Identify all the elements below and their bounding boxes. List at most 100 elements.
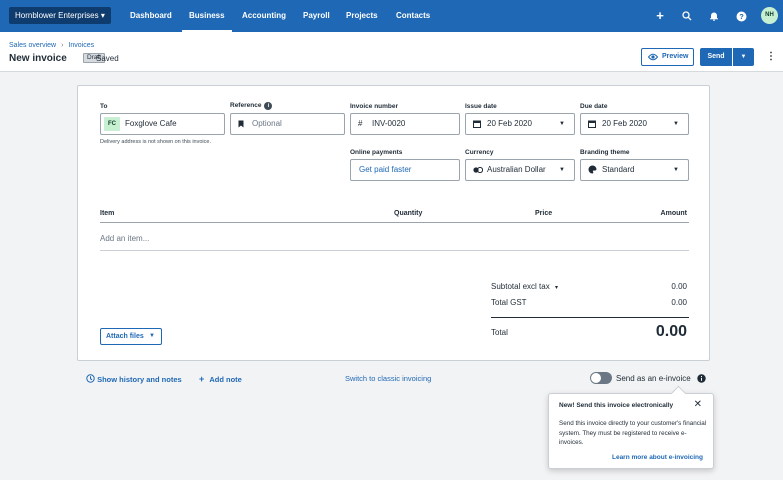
hash-icon: #: [358, 119, 363, 128]
eye-icon: [647, 49, 659, 66]
organisation-switcher[interactable]: Hornblower Enterprises ▾: [9, 7, 111, 24]
table-header-divider: [100, 222, 689, 223]
branding-theme-value: Standard: [602, 165, 635, 174]
subtotal-value: 0.00: [671, 282, 687, 291]
show-history-label: Show history and notes: [97, 375, 182, 384]
issue-date-field[interactable]: 20 Feb 2020 ▼: [465, 113, 575, 135]
total-gst-label: Total GST: [491, 298, 527, 307]
reference-label-text: Reference: [230, 102, 262, 109]
toggle-knob: [591, 373, 601, 383]
attach-files-label: Attach files: [106, 333, 144, 340]
column-header-amount: Amount: [660, 210, 687, 217]
invoice-number-value: INV-0020: [372, 119, 406, 128]
subtotal-label: Subtotal excl tax: [491, 282, 550, 291]
help-icon[interactable]: ?: [734, 9, 748, 23]
issue-date-label: Issue date: [465, 103, 497, 110]
breadcrumb-separator: ›: [61, 42, 64, 49]
totals-divider: [491, 317, 689, 318]
column-header-price: Price: [535, 210, 553, 217]
table-row-divider: [100, 250, 689, 251]
send-options-dropdown[interactable]: ▼: [733, 48, 754, 66]
currency-label: Currency: [465, 149, 494, 156]
breadcrumb-sales-overview[interactable]: Sales overview: [9, 42, 56, 49]
reference-field[interactable]: Optional: [230, 113, 345, 135]
info-icon[interactable]: [697, 374, 706, 385]
delivery-address-note: Delivery address is not shown on this in…: [100, 139, 211, 145]
breadcrumb-invoices[interactable]: Invoices: [68, 42, 94, 49]
invoice-form-card: To Reference i Invoice number Issue date …: [77, 85, 710, 361]
total-label: Total: [491, 328, 508, 337]
learn-more-e-invoicing-link[interactable]: Learn more about e-invoicing: [612, 454, 703, 461]
bookmark-icon: [238, 114, 244, 136]
chevron-down-icon: ▾: [554, 285, 558, 291]
organisation-name: Hornblower Enterprises: [15, 11, 99, 20]
notifications-bell-icon[interactable]: [707, 9, 721, 23]
calendar-icon: [588, 114, 596, 136]
chevron-down-icon: ▼: [559, 167, 565, 173]
chevron-down-icon: ▾: [100, 11, 105, 20]
chevron-down-icon: ▼: [673, 121, 679, 127]
popover-body: Send this invoice directly to your custo…: [559, 420, 707, 446]
nav-dashboard[interactable]: Dashboard: [130, 0, 172, 32]
online-payments-label: Online payments: [350, 149, 403, 156]
nav-contacts[interactable]: Contacts: [396, 0, 430, 32]
more-options-icon[interactable]: ⋮: [766, 50, 776, 64]
due-date-label: Due date: [580, 103, 608, 110]
add-note-button[interactable]: + Add note: [199, 374, 242, 384]
preview-button[interactable]: Preview: [641, 48, 694, 66]
nav-business[interactable]: Business: [182, 0, 232, 32]
chevron-down-icon: ▼: [559, 121, 565, 127]
e-invoice-toggle[interactable]: [590, 372, 612, 384]
to-label: To: [100, 103, 108, 110]
chevron-down-icon: ▼: [149, 333, 155, 339]
subtotal-selector[interactable]: Subtotal excl tax ▾: [491, 282, 558, 291]
total-value: 0.00: [655, 323, 687, 340]
attach-files-button[interactable]: Attach files ▼: [100, 328, 162, 345]
to-contact-value: Foxglove Cafe: [125, 119, 177, 128]
chevron-down-icon: ▼: [673, 167, 679, 173]
branding-theme-label: Branding theme: [580, 149, 630, 156]
user-avatar[interactable]: NH: [761, 7, 778, 24]
nav-projects[interactable]: Projects: [346, 0, 378, 32]
save-status: Saved: [96, 54, 119, 63]
currency-select[interactable]: Australian Dollar ▼: [465, 159, 575, 181]
currency-icon: [473, 160, 484, 182]
branding-theme-select[interactable]: Standard ▼: [580, 159, 689, 181]
show-history-button[interactable]: Show history and notes: [86, 374, 182, 384]
reference-label: Reference i: [230, 102, 273, 110]
invoice-number-label: Invoice number: [350, 103, 399, 110]
total-gst-value: 0.00: [671, 298, 687, 307]
due-date-field[interactable]: 20 Feb 2020 ▼: [580, 113, 689, 135]
online-payments-field[interactable]: Get paid faster: [350, 159, 460, 181]
due-date-value: 20 Feb 2020: [602, 119, 647, 128]
e-invoice-popover: New! Send this invoice electronically ✕ …: [548, 393, 714, 469]
plus-icon: +: [199, 374, 205, 384]
calendar-icon: [473, 114, 481, 136]
search-icon[interactable]: [680, 9, 694, 23]
issue-date-value: 20 Feb 2020: [487, 119, 532, 128]
close-icon[interactable]: ✕: [694, 399, 702, 411]
add-item-input[interactable]: Add an item...: [100, 234, 149, 243]
top-navigation-bar: Hornblower Enterprises ▾ Dashboard Busin…: [0, 0, 783, 32]
switch-to-classic-link[interactable]: Switch to classic invoicing: [345, 374, 431, 383]
popover-title: New! Send this invoice electronically: [559, 402, 674, 409]
get-paid-faster-link: Get paid faster: [359, 165, 412, 174]
svg-text:?: ?: [739, 12, 744, 21]
column-header-item: Item: [100, 210, 115, 217]
nav-payroll[interactable]: Payroll: [303, 0, 330, 32]
chevron-down-icon: ▼: [740, 54, 747, 60]
page-title: New invoice: [9, 53, 67, 64]
info-icon[interactable]: i: [264, 102, 273, 110]
nav-accounting[interactable]: Accounting: [242, 0, 286, 32]
add-icon[interactable]: +: [653, 9, 667, 23]
add-note-label: Add note: [209, 375, 242, 384]
currency-value: Australian Dollar: [487, 165, 546, 174]
column-header-quantity: Quantity: [394, 210, 423, 217]
invoice-number-field[interactable]: # INV-0020: [350, 113, 460, 135]
palette-icon: [588, 160, 597, 182]
preview-label: Preview: [662, 53, 689, 60]
send-button[interactable]: Send: [700, 48, 732, 66]
contact-initials-avatar: FC: [104, 117, 120, 131]
to-contact-field[interactable]: FC Foxglove Cafe: [100, 113, 225, 135]
history-icon: [86, 374, 97, 384]
